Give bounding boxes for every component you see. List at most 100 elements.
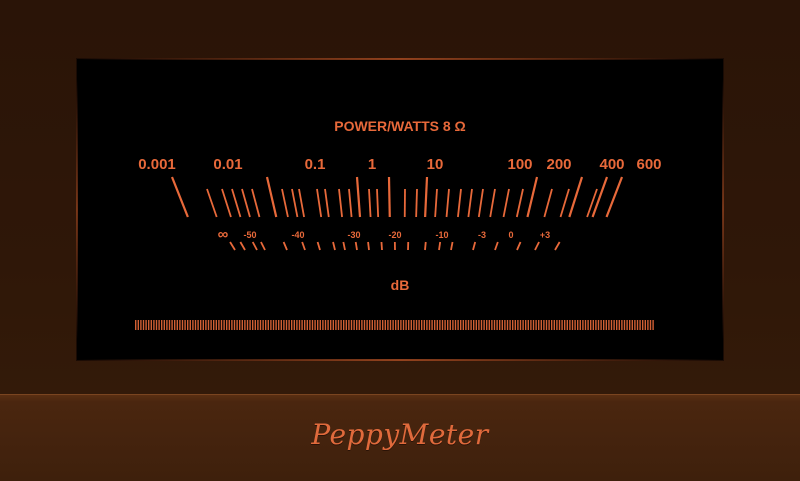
level-segment: [556, 320, 557, 330]
level-segment: [494, 320, 495, 330]
level-segment: [257, 320, 258, 330]
level-segment: [530, 320, 531, 330]
level-segment: [543, 320, 544, 330]
level-segment: [369, 320, 370, 330]
power-tick-minor: [282, 189, 288, 217]
level-segment: [143, 320, 144, 330]
level-segment: [195, 320, 196, 330]
level-segment: [595, 320, 596, 330]
level-segment: [611, 320, 612, 330]
level-segment: [538, 320, 539, 330]
level-segment: [452, 320, 453, 330]
level-segment: [481, 320, 482, 330]
level-segment: [517, 320, 518, 330]
level-segment: [434, 320, 435, 330]
level-segment: [353, 320, 354, 330]
db-tick: [261, 242, 265, 250]
level-segment: [468, 320, 469, 330]
level-segment: [260, 320, 261, 330]
level-segment: [158, 320, 159, 330]
power-tick-minor: [317, 189, 321, 217]
level-segment: [606, 320, 607, 330]
power-tick-minor: [207, 189, 217, 217]
level-segment: [499, 320, 500, 330]
level-segment: [593, 320, 594, 330]
power-tick-minor: [435, 189, 437, 217]
level-indicator-bar: [135, 320, 654, 330]
level-segment: [216, 320, 217, 330]
level-segment: [515, 320, 516, 330]
level-segment: [582, 320, 583, 330]
level-segment: [598, 320, 599, 330]
level-segment: [135, 320, 136, 330]
level-segment: [525, 320, 526, 330]
level-segment: [634, 320, 635, 330]
level-segment: [236, 320, 237, 330]
level-segment: [502, 320, 503, 330]
level-segment: [512, 320, 513, 330]
level-segment: [478, 320, 479, 330]
power-tick-minor: [325, 189, 329, 217]
level-segment: [322, 320, 323, 330]
level-segment: [460, 320, 461, 330]
level-segment: [483, 320, 484, 330]
level-segment: [278, 320, 279, 330]
level-segment: [489, 320, 490, 330]
level-segment: [161, 320, 162, 330]
power-tick-minor: [232, 189, 240, 217]
level-segment: [377, 320, 378, 330]
level-segment: [148, 320, 149, 330]
db-tick: [555, 242, 560, 250]
level-segment: [140, 320, 141, 330]
level-segment: [249, 320, 250, 330]
power-scale-labels: 0.0010.010.1110100200400600: [138, 156, 661, 173]
db-label: -30: [347, 230, 360, 240]
level-segment: [561, 320, 562, 330]
level-segment: [590, 320, 591, 330]
level-segment: [416, 320, 417, 330]
power-tick-minor: [517, 189, 523, 217]
db-label: -50: [243, 230, 256, 240]
db-tick: [284, 242, 287, 250]
level-segment: [613, 320, 614, 330]
power-label: 0.001: [138, 156, 176, 173]
power-tick-minor: [252, 189, 259, 217]
power-tick-minor: [292, 189, 297, 217]
level-segment: [496, 320, 497, 330]
level-segment: [197, 320, 198, 330]
level-segment: [325, 320, 326, 330]
db-tick: [381, 242, 382, 250]
level-segment: [356, 320, 357, 330]
level-segment: [296, 320, 297, 330]
level-segment: [535, 320, 536, 330]
db-label: -10: [435, 230, 448, 240]
level-segment: [268, 320, 269, 330]
level-segment: [587, 320, 588, 330]
level-segment: [650, 320, 651, 330]
level-segment: [288, 320, 289, 330]
level-segment: [522, 320, 523, 330]
level-segment: [411, 320, 412, 330]
level-segment: [255, 320, 256, 330]
level-segment: [265, 320, 266, 330]
level-segment: [244, 320, 245, 330]
power-tick-minor: [377, 189, 378, 217]
db-label: 0: [508, 230, 513, 240]
level-segment: [626, 320, 627, 330]
level-segment: [387, 320, 388, 330]
level-segment: [262, 320, 263, 330]
power-tick-minor: [242, 189, 250, 217]
level-segment: [177, 320, 178, 330]
level-segment: [239, 320, 240, 330]
level-segment: [473, 320, 474, 330]
level-segment: [491, 320, 492, 330]
level-segment: [234, 320, 235, 330]
db-tick: [535, 242, 539, 250]
level-segment: [548, 320, 549, 330]
level-segment: [348, 320, 349, 330]
level-segment: [226, 320, 227, 330]
level-segment: [439, 320, 440, 330]
db-scale-ticks: [230, 242, 560, 250]
level-segment: [476, 320, 477, 330]
db-tick: [230, 242, 235, 250]
